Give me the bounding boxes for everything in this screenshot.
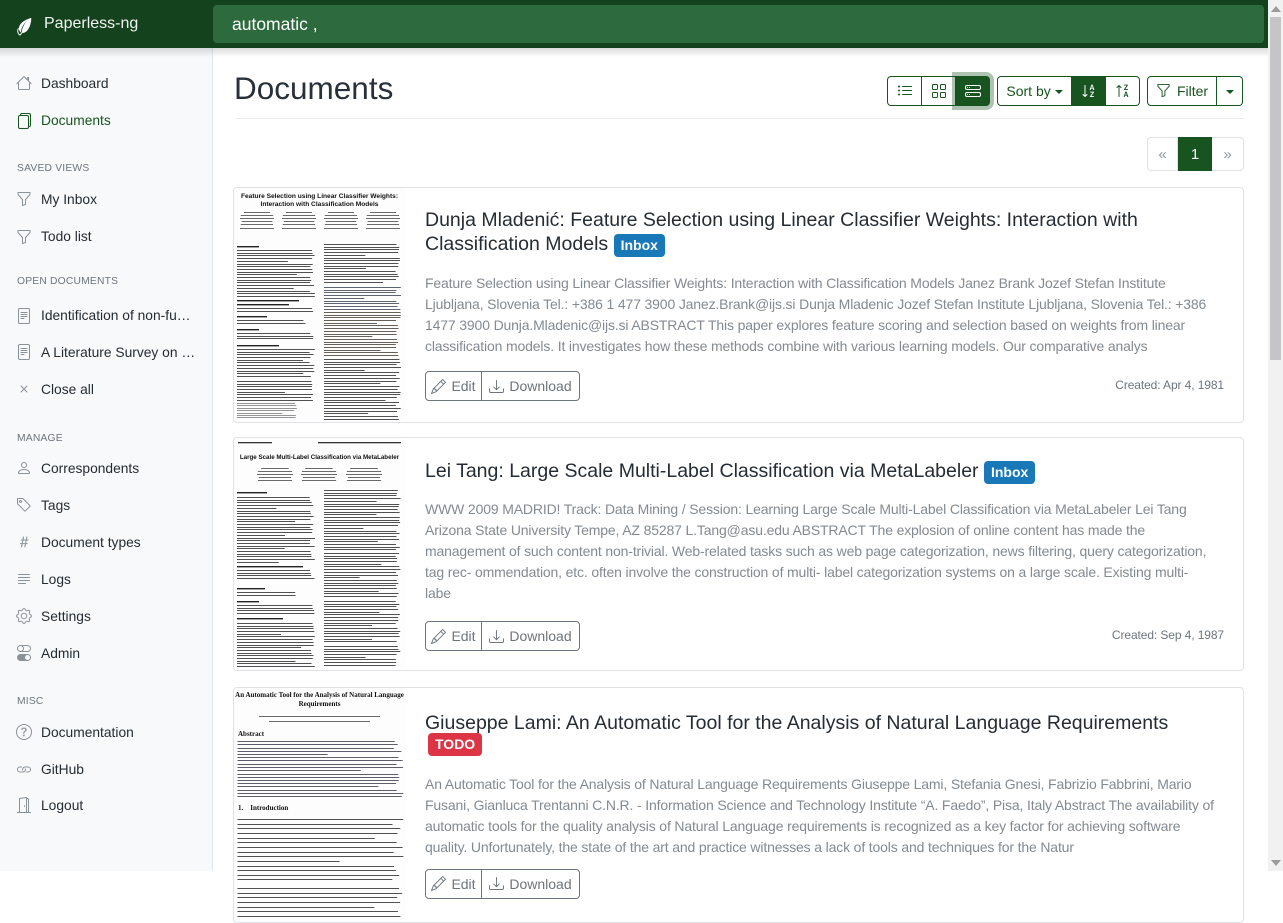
svg-text:Abstract: Abstract <box>238 730 265 738</box>
svg-text:Interaction with Classificatio: Interaction with Classification Models <box>261 201 379 208</box>
svg-text:1. Introduction: 1. Introduction <box>238 804 288 812</box>
svg-text:Large Scale Multi-Label Classi: Large Scale Multi-Label Classification v… <box>240 454 400 461</box>
svg-text:An Automatic Tool for the Anal: An Automatic Tool for the Analysis of Na… <box>235 691 404 699</box>
svg-text:Feature Selection using Linear: Feature Selection using Linear Classifie… <box>241 193 398 200</box>
svg-text:Requirements: Requirements <box>299 700 341 708</box>
